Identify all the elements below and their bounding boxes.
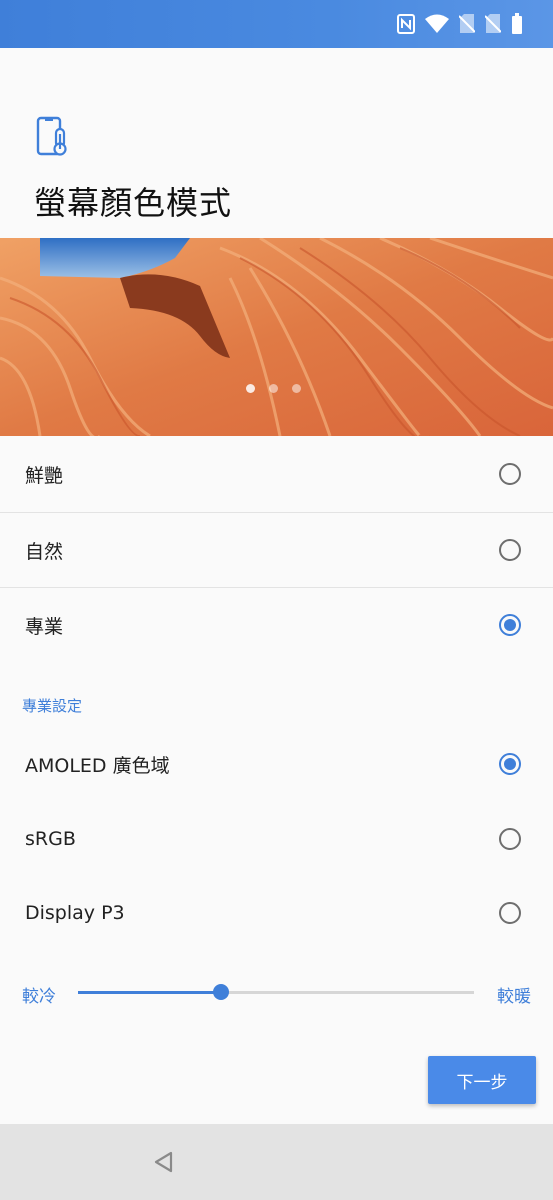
status-icons — [397, 13, 523, 39]
no-sim-icon — [484, 14, 502, 38]
canyon-preview-image — [0, 238, 553, 436]
mode-option-natural[interactable]: 自然 — [0, 513, 553, 587]
preview-image-carousel[interactable] — [0, 238, 553, 436]
pro-option-amoled[interactable]: AMOLED 廣色域 — [0, 727, 553, 801]
carousel-dot[interactable] — [246, 384, 255, 393]
pro-option-label: Display P3 — [25, 902, 125, 924]
slider-fill — [78, 991, 221, 994]
mode-option-label: 自然 — [25, 540, 64, 563]
no-sim-icon — [458, 14, 476, 38]
pro-option-display-p3[interactable]: Display P3 — [0, 876, 553, 950]
next-button[interactable]: 下一步 — [428, 1056, 536, 1104]
carousel-dot[interactable] — [269, 384, 278, 393]
radio-button[interactable] — [499, 539, 521, 561]
color-temperature-slider[interactable] — [78, 984, 474, 1000]
cooler-label: 較冷 — [22, 987, 56, 1007]
display-temperature-icon — [36, 116, 70, 158]
radio-button[interactable] — [499, 463, 521, 485]
mode-option-label: 鮮艷 — [25, 464, 64, 487]
pro-option-label: sRGB — [25, 828, 76, 850]
mode-option-vivid[interactable]: 鮮艷 — [0, 437, 553, 511]
radio-button[interactable] — [499, 828, 521, 850]
back-icon[interactable] — [150, 1148, 178, 1176]
pro-settings-header: 專業設定 — [22, 697, 83, 715]
pro-option-label: AMOLED 廣色域 — [25, 754, 170, 777]
carousel-dot[interactable] — [292, 384, 301, 393]
mode-option-label: 專業 — [25, 615, 64, 638]
pro-option-srgb[interactable]: sRGB — [0, 802, 553, 876]
nfc-icon — [397, 14, 415, 38]
page-title: 螢幕顏色模式 — [34, 184, 233, 222]
radio-button-selected[interactable] — [499, 753, 521, 775]
slider-thumb[interactable] — [212, 984, 229, 1000]
wifi-icon — [425, 14, 449, 38]
mode-option-professional[interactable]: 專業 — [0, 588, 553, 662]
warmer-label: 較暖 — [497, 987, 531, 1007]
status-bar — [0, 0, 553, 48]
carousel-indicator — [246, 384, 301, 393]
navigation-bar — [0, 1124, 553, 1200]
radio-button-selected[interactable] — [499, 614, 521, 636]
color-temperature-slider-row: 較冷 較暖 — [0, 970, 553, 1016]
radio-button[interactable] — [499, 902, 521, 924]
battery-icon — [511, 13, 523, 39]
